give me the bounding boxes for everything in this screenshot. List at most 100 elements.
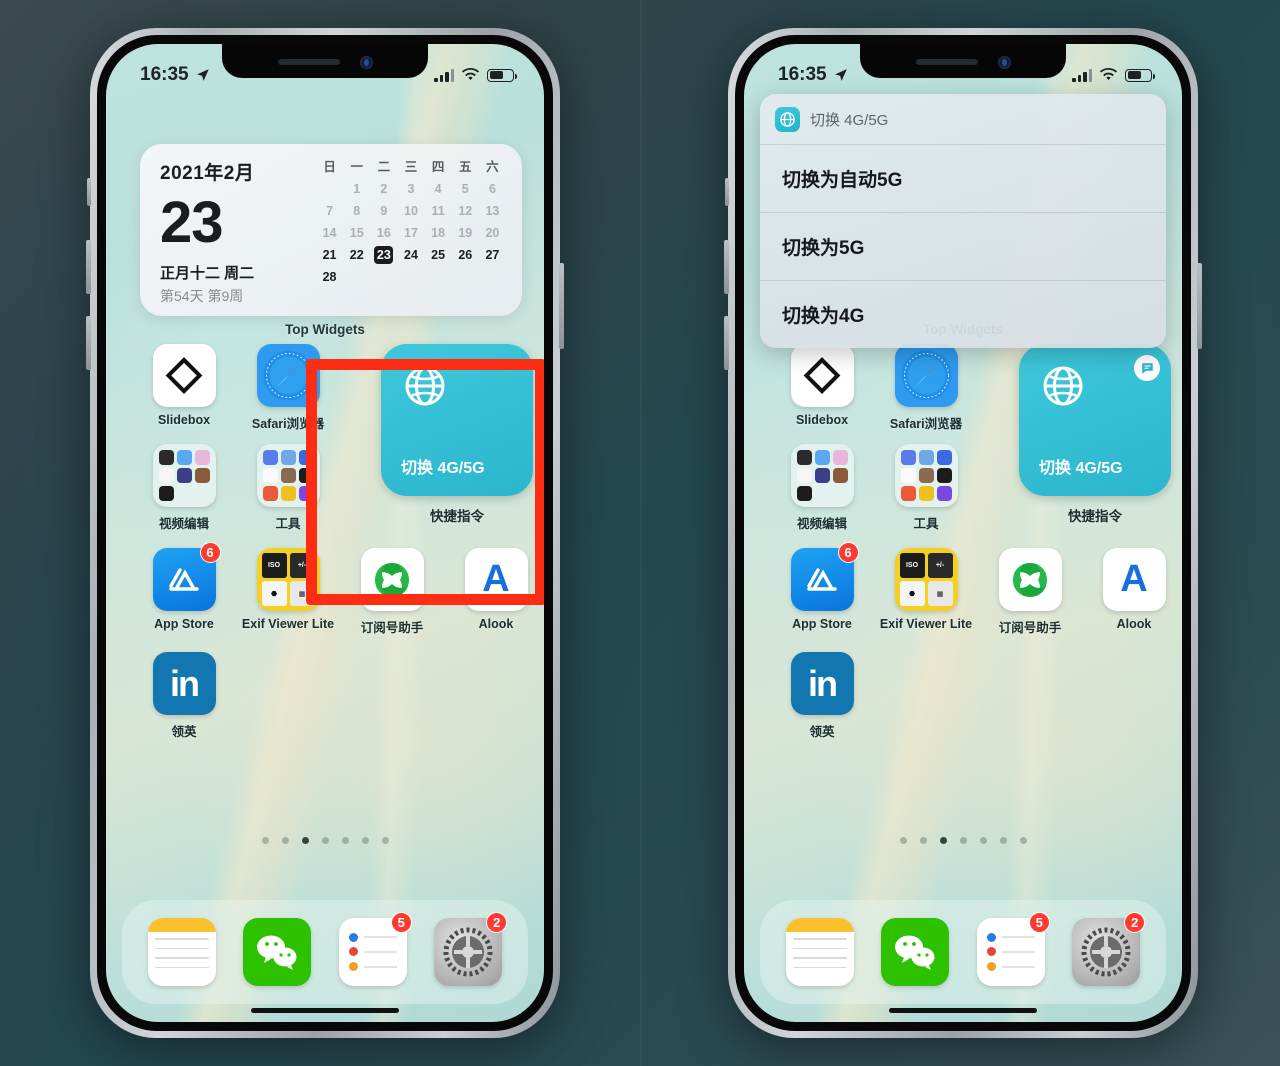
app-safari[interactable]: Safari浏览器 — [874, 344, 978, 432]
page-dot[interactable] — [959, 837, 967, 844]
page-dot[interactable] — [939, 837, 947, 844]
shortcut-widget-tile[interactable]: 切换 4G/5G — [1019, 344, 1171, 496]
calendar-widget[interactable]: 2021年2月 23 正月十二 周二 第54天 第9周 日一二三四五六12345… — [140, 144, 522, 316]
app-alook[interactable]: A Alook — [444, 548, 544, 636]
dock-notes[interactable] — [785, 918, 854, 986]
page-dot[interactable] — [979, 837, 987, 844]
dock-settings[interactable]: 2 — [1072, 912, 1146, 986]
home-indicator[interactable] — [251, 1008, 399, 1013]
page-dot[interactable] — [899, 837, 907, 844]
calendar-empty-cell — [316, 180, 343, 198]
volume-down-button[interactable] — [724, 316, 729, 370]
app-app-store[interactable]: 6 App Store — [132, 542, 236, 636]
volume-up-button[interactable] — [724, 240, 729, 294]
page-dot[interactable] — [301, 837, 309, 844]
calendar-day-cell: 26 — [458, 248, 473, 262]
calendar-weekday-header: 日 — [323, 160, 336, 174]
app-label: Exif Viewer Lite — [241, 617, 335, 631]
app-label: Alook — [1116, 617, 1152, 631]
dock-reminders[interactable]: 5 — [976, 912, 1050, 986]
calendar-day-cell: 8 — [353, 204, 361, 218]
app-label: 领英 — [809, 725, 835, 739]
calendar-empty-cell — [479, 268, 506, 286]
app-slidebox[interactable]: Slidebox — [132, 344, 236, 432]
dock-settings[interactable]: 2 — [434, 912, 508, 986]
home-screen-right: 16:35 切换 4G/5G 切换为自动5G 切换为5G 切换为4G Slide… — [744, 44, 1182, 1022]
calendar-day-cell: 10 — [404, 204, 418, 218]
volume-up-button[interactable] — [86, 240, 91, 294]
dock-wechat[interactable] — [243, 918, 312, 986]
dock-notes[interactable] — [147, 918, 216, 986]
calendar-lunar-date: 正月十二 周二 — [160, 264, 255, 282]
shortcut-widget-tile[interactable]: 切换 4G/5G — [381, 344, 533, 496]
dialog-option-5g[interactable]: 切换为5G — [760, 212, 1166, 280]
page-dot[interactable] — [999, 837, 1007, 844]
app-alook[interactable]: A Alook — [1082, 548, 1182, 636]
globe-icon — [405, 366, 445, 406]
calendar-day-cell: 13 — [485, 204, 500, 218]
dialog-option-4g[interactable]: 切换为4G — [760, 280, 1166, 348]
folder-tools[interactable]: 工具 — [874, 444, 978, 532]
app-linkedin[interactable]: in 领英 — [770, 652, 874, 740]
folder-tools[interactable]: 工具 — [236, 444, 340, 532]
calendar-day-cell: 3 — [407, 182, 415, 196]
calendar-weekday-header: 三 — [404, 160, 418, 174]
app-subscription-assistant[interactable]: 订阅号助手 — [978, 548, 1082, 636]
app-safari[interactable]: Safari浏览器 — [236, 344, 340, 432]
notes-icon — [785, 918, 854, 986]
calendar-day-cell: 6 — [488, 182, 496, 196]
app-subscription-assistant[interactable]: 订阅号助手 — [340, 548, 444, 636]
location-arrow-icon — [834, 69, 847, 81]
page-dot[interactable] — [341, 837, 349, 844]
dock-reminders[interactable]: 5 — [338, 912, 412, 986]
page-dot[interactable] — [261, 837, 269, 844]
mute-switch-button[interactable] — [725, 178, 729, 206]
page-dots-left[interactable] — [106, 837, 544, 844]
shortcut-widget-4g5g[interactable]: 切换 4G/5G 快捷指令 — [1002, 344, 1182, 525]
app-exif-viewer[interactable]: ISO +/- ⬣ ▦ Exif Viewer Lite — [874, 548, 978, 636]
shortcut-dialog-header: 切换 4G/5G — [760, 94, 1166, 144]
status-time: 16:35 — [140, 64, 189, 85]
power-button[interactable] — [1197, 263, 1202, 349]
mute-switch-button[interactable] — [87, 178, 91, 206]
wechat-icon — [881, 918, 950, 986]
page-dots-right[interactable] — [744, 837, 1182, 844]
app-linkedin[interactable]: in 领英 — [132, 652, 236, 740]
exif-viewer-icon: ISO +/- ⬣ ▦ — [256, 548, 320, 611]
calendar-day-cell: 7 — [326, 204, 334, 218]
home-indicator[interactable] — [889, 1008, 1037, 1013]
speaker-icon — [277, 59, 340, 65]
page-dot[interactable] — [361, 837, 369, 844]
page-dot[interactable] — [919, 837, 927, 844]
calendar-day-cell: 11 — [431, 204, 445, 218]
app-app-store[interactable]: 6 App Store — [770, 542, 874, 636]
app-exif-viewer[interactable]: ISO +/- ⬣ ▦ Exif Viewer Lite — [236, 548, 340, 636]
folder-icon — [790, 444, 854, 507]
app-row-3: 6 App Store ISO +/- ⬣ ▦ Exif Viewer Lite… — [132, 542, 544, 636]
folder-icon — [894, 444, 958, 507]
safari-icon — [256, 344, 320, 407]
page-dot[interactable] — [381, 837, 389, 844]
dialog-option-auto-5g[interactable]: 切换为自动5G — [760, 144, 1166, 212]
dock-wechat[interactable] — [881, 918, 950, 986]
app-label: Alook — [478, 617, 514, 631]
shortcut-dialog: 切换 4G/5G 切换为自动5G 切换为5G 切换为4G — [760, 94, 1166, 348]
app-label: 领英 — [171, 725, 197, 739]
app-slidebox[interactable]: Slidebox — [770, 344, 874, 432]
folder-video-editing[interactable]: 视频编辑 — [770, 444, 874, 532]
calendar-empty-cell — [397, 268, 424, 286]
calendar-day-cell: 16 — [376, 226, 391, 240]
shortcut-widget-label: 快捷指令 — [1068, 509, 1122, 524]
page-dot[interactable] — [321, 837, 329, 844]
phone-right: 16:35 切换 4G/5G 切换为自动5G 切换为5G 切换为4G Slide… — [724, 28, 1202, 1038]
folder-video-editing[interactable]: 视频编辑 — [132, 444, 236, 532]
calendar-empty-cell — [343, 268, 370, 286]
page-dot[interactable] — [281, 837, 289, 844]
power-button[interactable] — [559, 263, 564, 349]
volume-down-button[interactable] — [86, 316, 91, 370]
calendar-day-cell: 18 — [431, 226, 446, 240]
panel-divider — [640, 0, 642, 1066]
page-dot[interactable] — [1019, 837, 1027, 844]
calendar-day-cell: 1 — [353, 182, 361, 196]
shortcut-widget-4g5g[interactable]: 切换 4G/5G 快捷指令 — [364, 344, 544, 525]
